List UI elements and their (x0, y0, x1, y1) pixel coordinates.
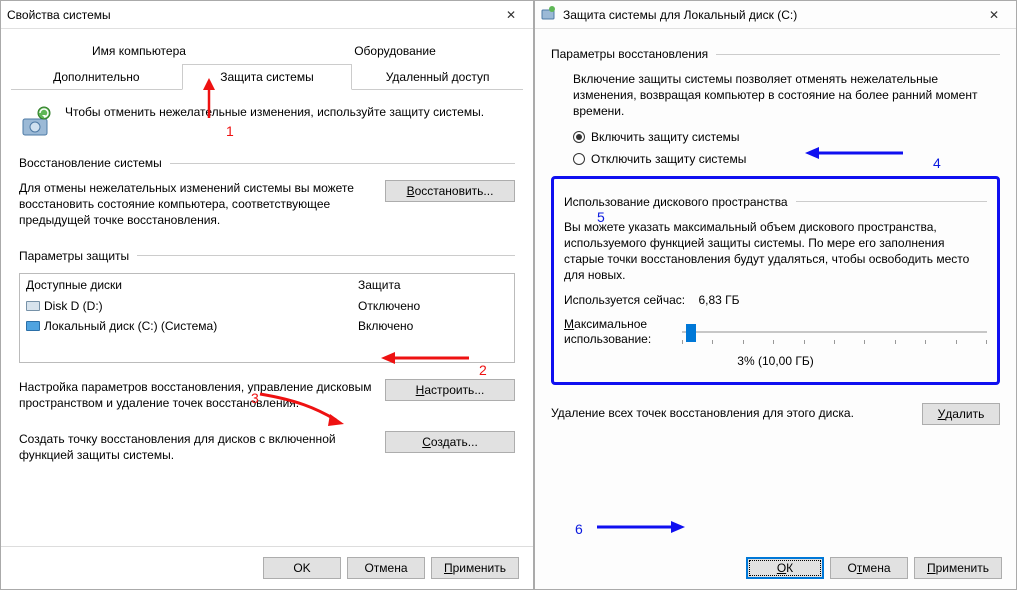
create-button[interactable]: Создать... (385, 431, 515, 453)
used-now-value: 6,83 ГБ (698, 293, 739, 307)
radio-disable-protection[interactable]: Отключить защиту системы (573, 152, 1000, 166)
titlebar-right: Защита системы для Локальный диск (C:) ✕ (535, 1, 1016, 29)
usage-percent: 3% (10,00 ГБ) (564, 354, 987, 368)
ok-button[interactable]: OK (263, 557, 341, 579)
annotation-number-2: 2 (479, 362, 487, 378)
max-usage-slider[interactable] (682, 324, 987, 340)
tab-system-protection[interactable]: Защита системы (182, 64, 353, 90)
ok-button[interactable]: ОК (746, 557, 824, 579)
system-protection-icon (19, 104, 55, 140)
system-properties-window: Свойства системы ✕ Имя компьютера Оборуд… (0, 0, 534, 590)
tab-advanced[interactable]: Дополнительно (11, 64, 182, 90)
apply-button[interactable]: Применить (914, 557, 1002, 579)
dialog-buttons-left: OK Отмена Применить (1, 546, 533, 589)
used-now-label: Используется сейчас: (564, 293, 685, 307)
dialog-buttons-right: ОК Отмена Применить (535, 555, 1016, 589)
apply-button[interactable]: Применить (431, 557, 519, 579)
tab-computer-name[interactable]: Имя компьютера (11, 38, 267, 64)
annotation-number-6: 6 (575, 521, 583, 537)
delete-description: Удаление всех точек восстановления для э… (551, 406, 910, 422)
close-button[interactable]: ✕ (978, 4, 1010, 26)
table-header: Доступные диски Защита (20, 274, 514, 296)
radio-enable-protection[interactable]: Включить защиту системы (573, 130, 1000, 144)
col-drives: Доступные диски (26, 278, 358, 292)
drives-table[interactable]: Доступные диски Защита Disk D (D:) Отклю… (19, 273, 515, 363)
titlebar-left: Свойства системы ✕ (1, 1, 533, 29)
cancel-button[interactable]: Отмена (347, 557, 425, 579)
hint-row: Чтобы отменить нежелательные изменения, … (19, 104, 515, 140)
radio-icon (573, 153, 585, 165)
window-title: Защита системы для Локальный диск (C:) (563, 8, 978, 22)
system-protection-dialog: Защита системы для Локальный диск (C:) ✕… (534, 0, 1017, 590)
table-row[interactable]: Локальный диск (C:) (Система) Включено (20, 316, 514, 336)
restore-description: Для отмены нежелательных изменений систе… (19, 180, 373, 229)
configure-description: Настройка параметров восстановления, упр… (19, 379, 373, 411)
group-disk-usage: Использование дискового пространства (564, 195, 987, 209)
cancel-button[interactable]: Отмена (830, 557, 908, 579)
window-title: Свойства системы (7, 8, 495, 22)
tab-hardware[interactable]: Оборудование (267, 38, 523, 64)
radio-icon (573, 131, 585, 143)
disk-usage-section: Использование дискового пространства Вы … (551, 176, 1000, 386)
recovery-description: Включение защиты системы позволяет отмен… (573, 71, 1000, 120)
max-usage-label: Максимальное использование: (564, 317, 674, 346)
usage-description: Вы можете указать максимальный объем дис… (564, 219, 987, 284)
restore-button[interactable]: Восстановить... (385, 180, 515, 202)
group-recovery-params: Параметры восстановления (551, 47, 1000, 61)
drive-settings-icon (541, 5, 557, 24)
drive-icon (26, 301, 40, 311)
col-protection: Защита (358, 278, 508, 292)
annotation-arrow-6 (595, 519, 685, 535)
tab-content: 1 Чтобы отменить нежелательные изменения… (1, 90, 533, 546)
tab-remote[interactable]: Удаленный доступ (352, 64, 523, 90)
hint-text: Чтобы отменить нежелательные изменения, … (65, 104, 484, 130)
dialog-content: Параметры восстановления Включение защит… (535, 29, 1016, 555)
drive-icon (26, 321, 40, 331)
tabs-row-1: Имя компьютера Оборудование Дополнительн… (11, 37, 523, 90)
create-description: Создать точку восстановления для дисков … (19, 431, 373, 463)
delete-button[interactable]: Удалить (922, 403, 1000, 425)
group-protection-settings: Параметры защиты (19, 249, 515, 263)
close-button[interactable]: ✕ (495, 4, 527, 26)
table-row[interactable]: Disk D (D:) Отключено (20, 296, 514, 316)
configure-button[interactable]: Настроить... (385, 379, 515, 401)
group-system-restore: Восстановление системы (19, 156, 515, 170)
